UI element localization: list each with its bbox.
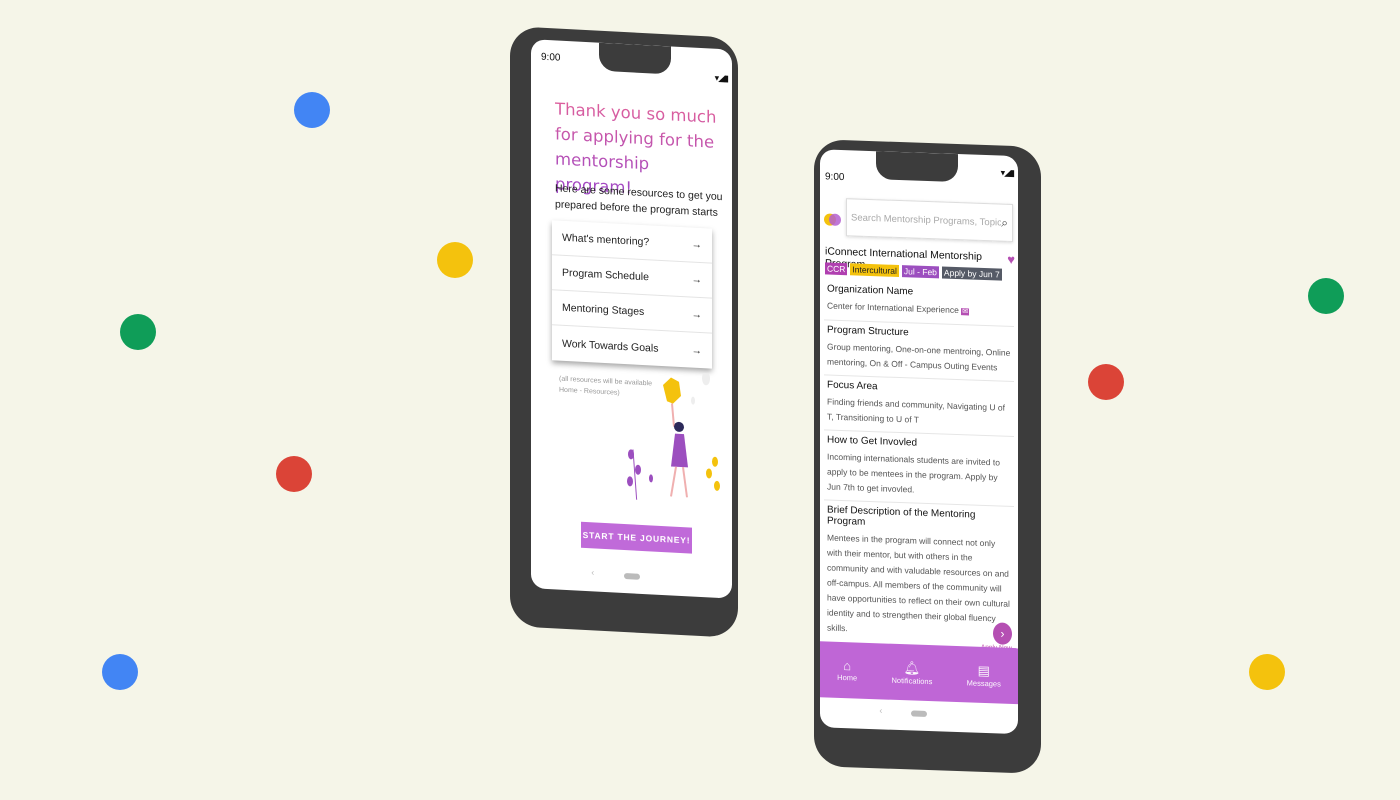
bell-icon: 🔔︎ (903, 659, 921, 676)
nav-messages[interactable]: ▤ Messages (967, 662, 1001, 688)
phone-program-detail: 9:00 ▾◢▮ Search Mentorship Programs, Top… (814, 139, 1041, 774)
signal-battery-icon: ▾◢▮ (1000, 167, 1014, 179)
status-time: 9:00 (541, 51, 561, 64)
app-logo (824, 213, 841, 226)
tag-ccr: CCR (825, 262, 848, 276)
back-icon[interactable]: ‹ (879, 705, 882, 715)
bottom-navigation: ⌂ Home 🔔︎ Notifications ▤ Messages (820, 641, 1018, 705)
heart-icon[interactable]: ♥ (1007, 252, 1015, 276)
decor-dot-yellow (437, 242, 473, 278)
decor-dot-blue (294, 92, 330, 128)
nav-label: Notifications (891, 675, 933, 686)
section-body: Incoming internationals students are inv… (827, 451, 1000, 495)
nav-label: Messages (966, 677, 1001, 689)
mail-icon[interactable]: ✉ (961, 308, 970, 316)
start-journey-button[interactable]: START THE JOURNEY! (581, 521, 692, 554)
resource-item[interactable]: Work Towards Goals → (552, 325, 712, 368)
arrow-right-icon: → (691, 238, 703, 252)
decor-dot-red (276, 456, 312, 492)
tag-dates: Jul - Feb (901, 265, 939, 279)
resource-label: Program Schedule (562, 266, 649, 284)
resource-label: Mentoring Stages (562, 301, 645, 319)
section-body: Center for International Experience (827, 300, 959, 316)
search-placeholder: Search Mentorship Programs, Topics (851, 211, 1002, 229)
section-body: Group mentoring, One-on-one mentroing, O… (827, 341, 1011, 373)
resource-label: What's mentoring? (562, 231, 650, 249)
section-heading: Program Structure (827, 324, 909, 339)
message-icon: ▤ (977, 662, 990, 678)
status-time: 9:00 (825, 171, 845, 184)
program-detail-screen: 9:00 ▾◢▮ Search Mentorship Programs, Top… (820, 149, 1018, 735)
tag-deadline: Apply by Jun 7 (941, 266, 1002, 281)
android-nav-bar: ‹ (531, 567, 732, 589)
signal-battery-icon: ▾◢▮ (714, 72, 728, 84)
section-heading: How to Get Invovled (827, 434, 918, 449)
resources-list: What's mentoring? → Program Schedule → Men… (552, 220, 712, 369)
home-icon: ⌂ (843, 658, 852, 674)
nav-home[interactable]: ⌂ Home (837, 658, 858, 683)
section-organization: Organization Name Center for Internationa… (824, 279, 1014, 328)
resources-screen: 9:00 ▾◢▮ Thank you so much for applying … (531, 39, 732, 599)
lantern-girl-illustration (627, 371, 720, 505)
back-icon[interactable]: ‹ (591, 567, 594, 577)
home-pill[interactable] (623, 572, 640, 580)
tag-intercultural: Intercultural (850, 263, 899, 277)
section-focus: Focus Area Finding friends and community,… (824, 375, 1014, 438)
arrow-right-icon: → (691, 308, 703, 322)
arrow-right-icon: → (691, 273, 703, 287)
search-icon[interactable]: ⌕ (1001, 215, 1008, 230)
section-get-involved: How to Get Invovled Incoming internationa… (824, 430, 1014, 508)
notch (599, 42, 671, 75)
home-pill[interactable] (911, 710, 927, 717)
resource-label: Work Towards Goals (562, 337, 659, 355)
phone-resources: 9:00 ▾◢▮ Thank you so much for applying … (510, 26, 738, 638)
nav-notifications[interactable]: 🔔︎ Notifications (891, 659, 933, 686)
section-heading: Organization Name (827, 283, 914, 298)
section-heading: Focus Area (827, 379, 878, 393)
section-structure: Program Structure Group mentoring, One-on… (824, 320, 1014, 383)
notch (876, 151, 958, 183)
decor-dot-yellow (1249, 654, 1285, 690)
section-heading: Brief Description of the Mentoring Progr… (827, 504, 976, 528)
decor-dot-green (1308, 278, 1344, 314)
arrow-right-icon: → (691, 344, 703, 357)
decor-dot-blue (102, 654, 138, 690)
decor-dot-green (120, 314, 156, 350)
nav-label: Home (837, 672, 858, 683)
chevron-right-icon[interactable]: › (993, 622, 1012, 645)
program-sections: Organization Name Center for Internationa… (824, 279, 1014, 647)
decor-dot-red (1088, 364, 1124, 400)
search-input[interactable]: Search Mentorship Programs, Topics ⌕ (846, 198, 1013, 242)
section-body: Finding friends and community, Navigatin… (827, 396, 1005, 425)
android-nav-bar: ‹ (820, 705, 1018, 724)
